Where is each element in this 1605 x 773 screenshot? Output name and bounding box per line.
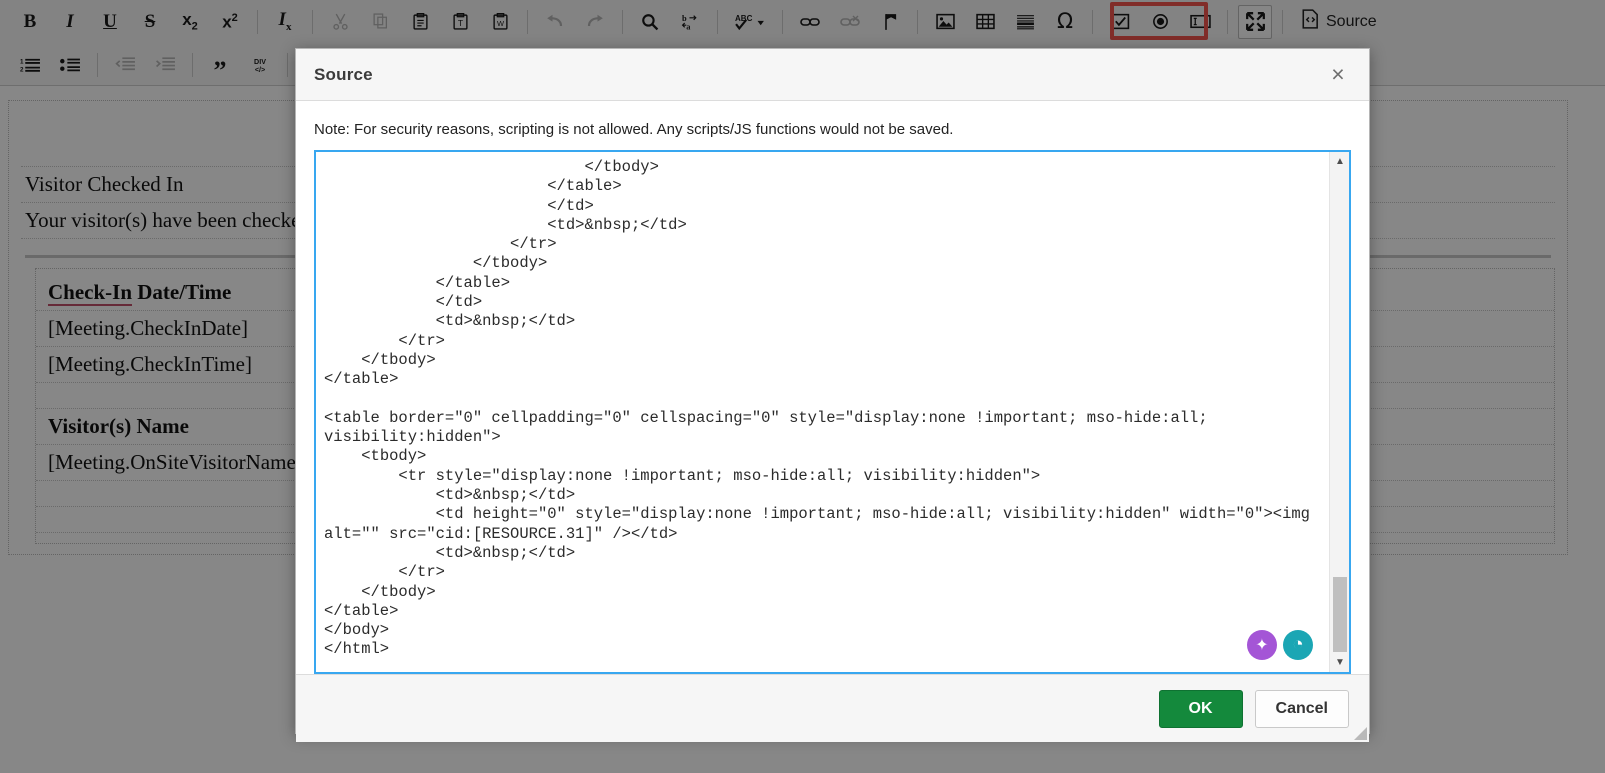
ai-assistant-widgets: ✦ ◔ [1247, 630, 1313, 660]
close-icon[interactable]: × [1325, 62, 1351, 88]
dialog-body: Note: For security reasons, scripting is… [296, 101, 1369, 674]
ai-assistant-icon[interactable]: ◔ [1283, 630, 1313, 660]
source-textarea-wrapper: </tbody> </table> </td> <td>&nbsp;</td> … [314, 150, 1351, 674]
source-scrollbar[interactable]: ▲ ▼ [1329, 152, 1349, 672]
source-code-textarea[interactable]: </tbody> </table> </td> <td>&nbsp;</td> … [316, 152, 1329, 672]
scrollbar-up-arrow[interactable]: ▲ [1330, 152, 1350, 171]
dialog-resize-handle[interactable] [1354, 727, 1367, 740]
scrollbar-thumb[interactable] [1333, 577, 1347, 652]
dialog-footer: OK Cancel [296, 674, 1369, 742]
source-dialog: Source × Note: For security reasons, scr… [295, 48, 1370, 742]
ok-button[interactable]: OK [1158, 689, 1243, 728]
scrollbar-down-arrow[interactable]: ▼ [1330, 653, 1350, 672]
cancel-button[interactable]: Cancel [1254, 689, 1349, 728]
dialog-header: Source × [296, 49, 1369, 101]
dialog-title: Source [314, 64, 373, 84]
security-note: Note: For security reasons, scripting is… [314, 121, 954, 138]
ai-sparkle-icon[interactable]: ✦ [1247, 630, 1277, 660]
